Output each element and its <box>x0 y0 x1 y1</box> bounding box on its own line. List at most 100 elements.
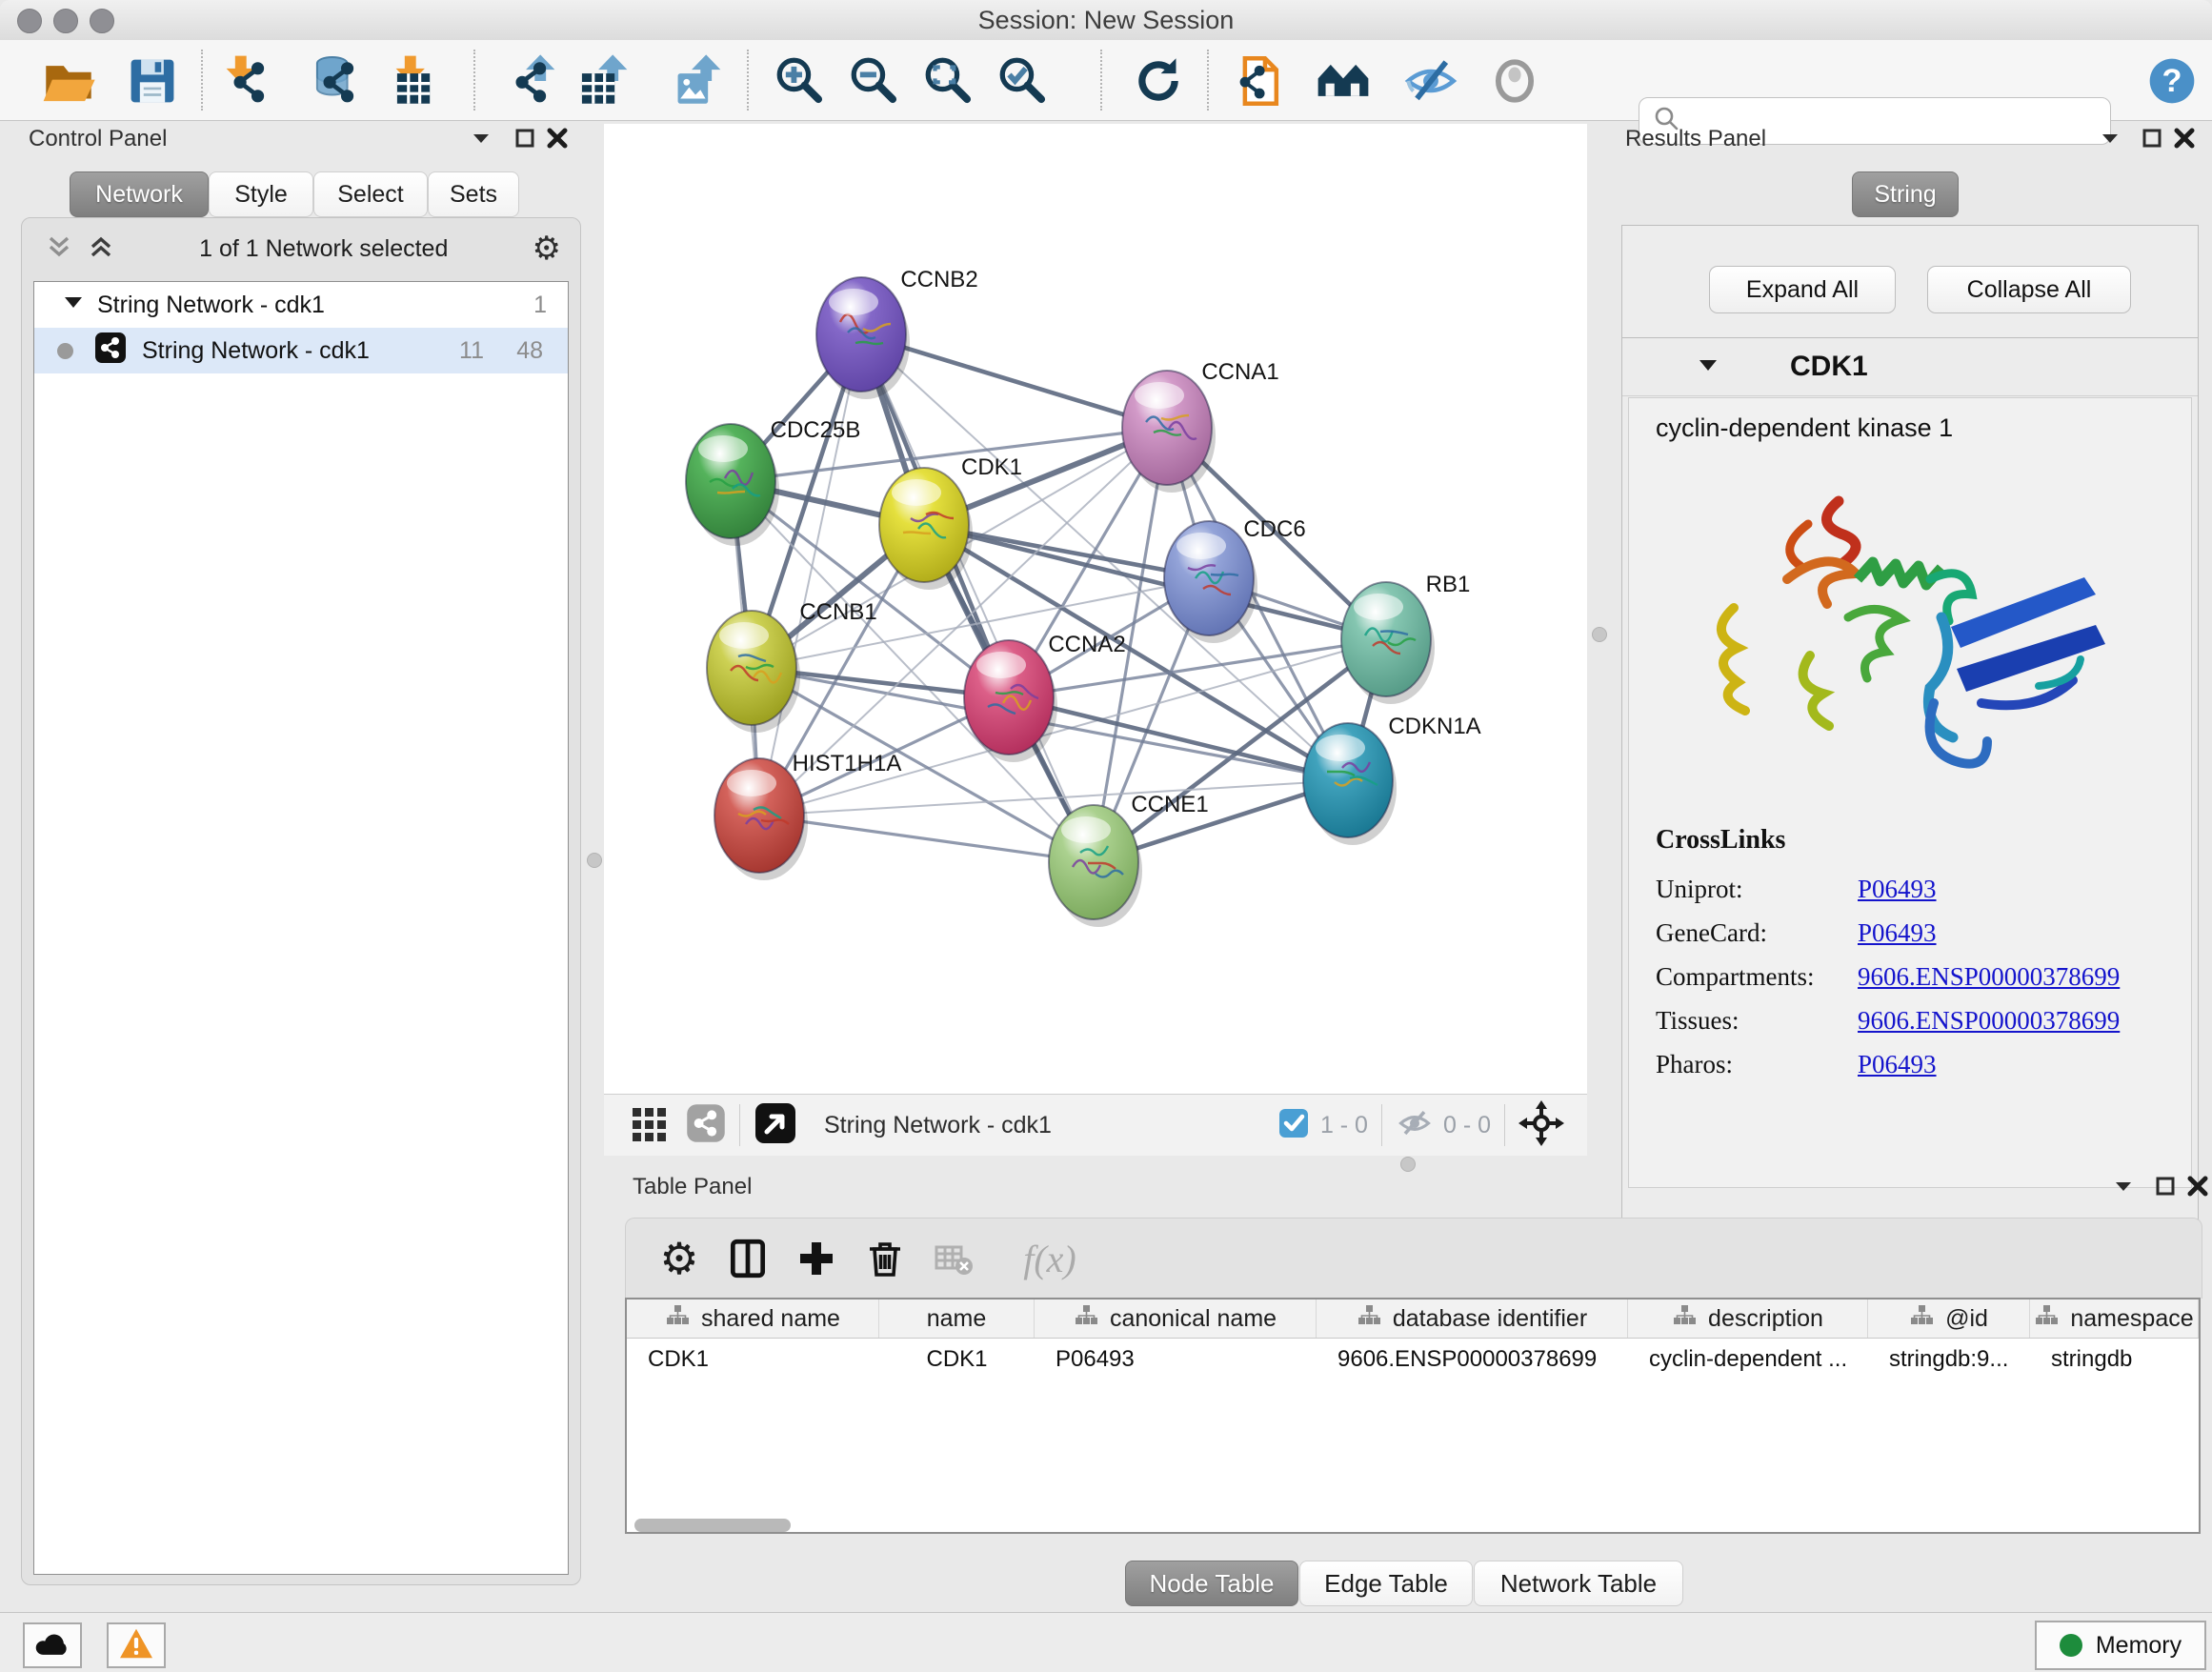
first-neighbors-button[interactable] <box>1231 50 1292 111</box>
cell-database-identifier[interactable]: 9606.ENSP00000378699 <box>1317 1346 1628 1373</box>
left-splitter-handle[interactable] <box>587 853 602 868</box>
network-edge[interactable] <box>861 334 1094 862</box>
section-collapse-triangle-icon[interactable] <box>1697 353 1719 381</box>
table-gear-icon[interactable]: ⚙ <box>649 1228 710 1289</box>
network-collection-row[interactable]: String Network - cdk1 1 <box>34 282 568 328</box>
table-row[interactable]: CDK1CDK1P064939606.ENSP00000378699cyclin… <box>627 1339 2199 1380</box>
tab-network-table[interactable]: Network Table <box>1474 1561 1683 1606</box>
network-node-ccne1[interactable]: CCNE1 <box>1049 792 1209 927</box>
protein-structure-image <box>1696 465 2134 813</box>
tab-node-table[interactable]: Node Table <box>1125 1561 1298 1606</box>
cell-canonical-name[interactable]: P06493 <box>1035 1346 1317 1373</box>
collapse-all-networks-icon[interactable] <box>87 232 115 266</box>
tab-edge-table[interactable]: Edge Table <box>1299 1561 1473 1606</box>
tab-network[interactable]: Network <box>70 171 209 217</box>
cell-shared-name[interactable]: CDK1 <box>627 1346 879 1373</box>
network-node-ccna2[interactable]: CCNA2 <box>964 632 1126 762</box>
export-table-button[interactable] <box>572 50 633 111</box>
control-panel-float-icon[interactable] <box>509 124 541 152</box>
expand-all-button[interactable]: Expand All <box>1709 266 1896 313</box>
fit-content-crosshair-icon[interactable] <box>1518 1100 1564 1151</box>
results-panel-close-icon[interactable] <box>2168 124 2201 152</box>
memory-button[interactable]: Memory <box>2035 1621 2206 1670</box>
hide-selected-eye-button[interactable] <box>1400 50 1461 111</box>
network-node-ccnb2[interactable]: CCNB2 <box>816 267 978 399</box>
column-header-description[interactable]: description <box>1628 1299 1868 1338</box>
string-view-share-icon[interactable] <box>686 1103 726 1148</box>
network-row-selected[interactable]: String Network - cdk1 11 48 <box>34 328 568 373</box>
table-header-row[interactable]: shared namenamecanonical namedatabase id… <box>627 1299 2199 1339</box>
expand-all-networks-icon[interactable] <box>45 232 73 266</box>
save-session-button[interactable] <box>122 50 183 111</box>
network-node-rb1[interactable]: RB1 <box>1341 572 1470 704</box>
import-network-file-button[interactable] <box>217 50 278 111</box>
show-all-eye-button[interactable] <box>1484 50 1545 111</box>
help-button[interactable]: ? <box>2142 50 2202 111</box>
selected-checkbox-icon[interactable] <box>1278 1108 1309 1143</box>
cell-description[interactable]: cyclin-dependent ... <box>1628 1346 1868 1373</box>
export-image-button[interactable] <box>665 50 726 111</box>
cell--id[interactable]: stringdb:9... <box>1868 1346 2030 1373</box>
network-node-cdkn1a[interactable]: CDKN1A <box>1303 714 1481 845</box>
warning-status-button[interactable] <box>107 1622 166 1668</box>
network-edge[interactable] <box>924 525 1386 639</box>
results-panel-float-icon[interactable] <box>2136 124 2168 152</box>
table-panel-menu-icon[interactable] <box>2107 1172 2140 1200</box>
add-column-icon[interactable] <box>786 1228 847 1289</box>
network-edge[interactable] <box>759 334 861 816</box>
collection-expand-triangle-icon[interactable] <box>63 292 84 319</box>
open-in-window-icon[interactable] <box>754 1101 797 1150</box>
network-node-cdc6[interactable]: CDC6 <box>1164 516 1306 643</box>
birds-eye-grid-icon[interactable] <box>631 1104 669 1147</box>
crosslink-link[interactable]: 9606.ENSP00000378699 <box>1858 1006 2120 1036</box>
crosslink-link[interactable]: 9606.ENSP00000378699 <box>1858 962 2120 992</box>
split-columns-icon[interactable] <box>717 1228 778 1289</box>
results-panel-menu-icon[interactable] <box>2094 124 2126 152</box>
column-header-shared-name[interactable]: shared name <box>627 1299 879 1338</box>
crosslink-link[interactable]: P06493 <box>1858 1050 1937 1079</box>
cell-namespace[interactable]: stringdb <box>2030 1346 2199 1373</box>
home-houses-button[interactable] <box>1313 50 1374 111</box>
network-canvas[interactable]: CCNB2CCNA1CDC25BCDK1CDC6RB1CCNB1CCNA2CDK… <box>604 124 1587 1094</box>
tab-sets[interactable]: Sets <box>428 171 519 217</box>
table-horizontal-scrollbar[interactable] <box>634 1519 791 1532</box>
crosslinks-title: CrossLinks <box>1656 825 1785 856</box>
network-edge[interactable] <box>759 816 1094 862</box>
table-panel-close-icon[interactable] <box>2182 1172 2212 1200</box>
export-network-button[interactable] <box>499 50 560 111</box>
cdk1-section-header[interactable]: CDK1 <box>1622 338 2198 396</box>
zoom-in-button[interactable] <box>770 50 831 111</box>
zoom-out-button[interactable] <box>844 50 905 111</box>
network-node-hist1h1a[interactable]: HIST1H1A <box>714 751 901 880</box>
crosslink-link[interactable]: P06493 <box>1858 918 1937 948</box>
import-network-database-button[interactable] <box>307 50 368 111</box>
tab-select[interactable]: Select <box>313 171 428 217</box>
control-panel-menu-icon[interactable] <box>465 124 497 152</box>
control-panel-close-icon[interactable] <box>541 124 573 152</box>
horizontal-splitter-handle[interactable] <box>1400 1157 1416 1172</box>
refresh-layout-button[interactable] <box>1128 50 1189 111</box>
cell-name[interactable]: CDK1 <box>879 1346 1035 1373</box>
column-header-database-identifier[interactable]: database identifier <box>1317 1299 1628 1338</box>
delete-column-icon[interactable] <box>855 1228 915 1289</box>
import-table-file-button[interactable] <box>387 50 448 111</box>
network-options-gear-icon[interactable]: ⚙ <box>533 230 561 268</box>
tab-style[interactable]: Style <box>209 171 313 217</box>
right-splitter-handle[interactable] <box>1592 627 1607 642</box>
column-header--id[interactable]: @id <box>1868 1299 2030 1338</box>
cloud-status-button[interactable] <box>23 1622 82 1668</box>
column-header-namespace[interactable]: namespace <box>2030 1299 2199 1338</box>
collapse-all-button[interactable]: Collapse All <box>1927 266 2131 313</box>
column-header-canonical-name[interactable]: canonical name <box>1035 1299 1317 1338</box>
zoom-fit-button[interactable] <box>918 50 979 111</box>
crosslink-link[interactable]: P06493 <box>1858 875 1937 904</box>
open-file-button[interactable] <box>38 50 99 111</box>
network-node-ccnb1[interactable]: CCNB1 <box>707 599 877 733</box>
hidden-eye-slash-icon[interactable] <box>1396 1104 1434 1147</box>
table-panel-float-icon[interactable] <box>2149 1172 2182 1200</box>
zoom-selected-button[interactable] <box>993 50 1054 111</box>
tab-string[interactable]: String <box>1852 171 1959 217</box>
canvas-right-splitter[interactable] <box>1587 124 1610 1155</box>
network-node-ccna1[interactable]: CCNA1 <box>1122 359 1279 493</box>
column-header-name[interactable]: name <box>879 1299 1035 1338</box>
